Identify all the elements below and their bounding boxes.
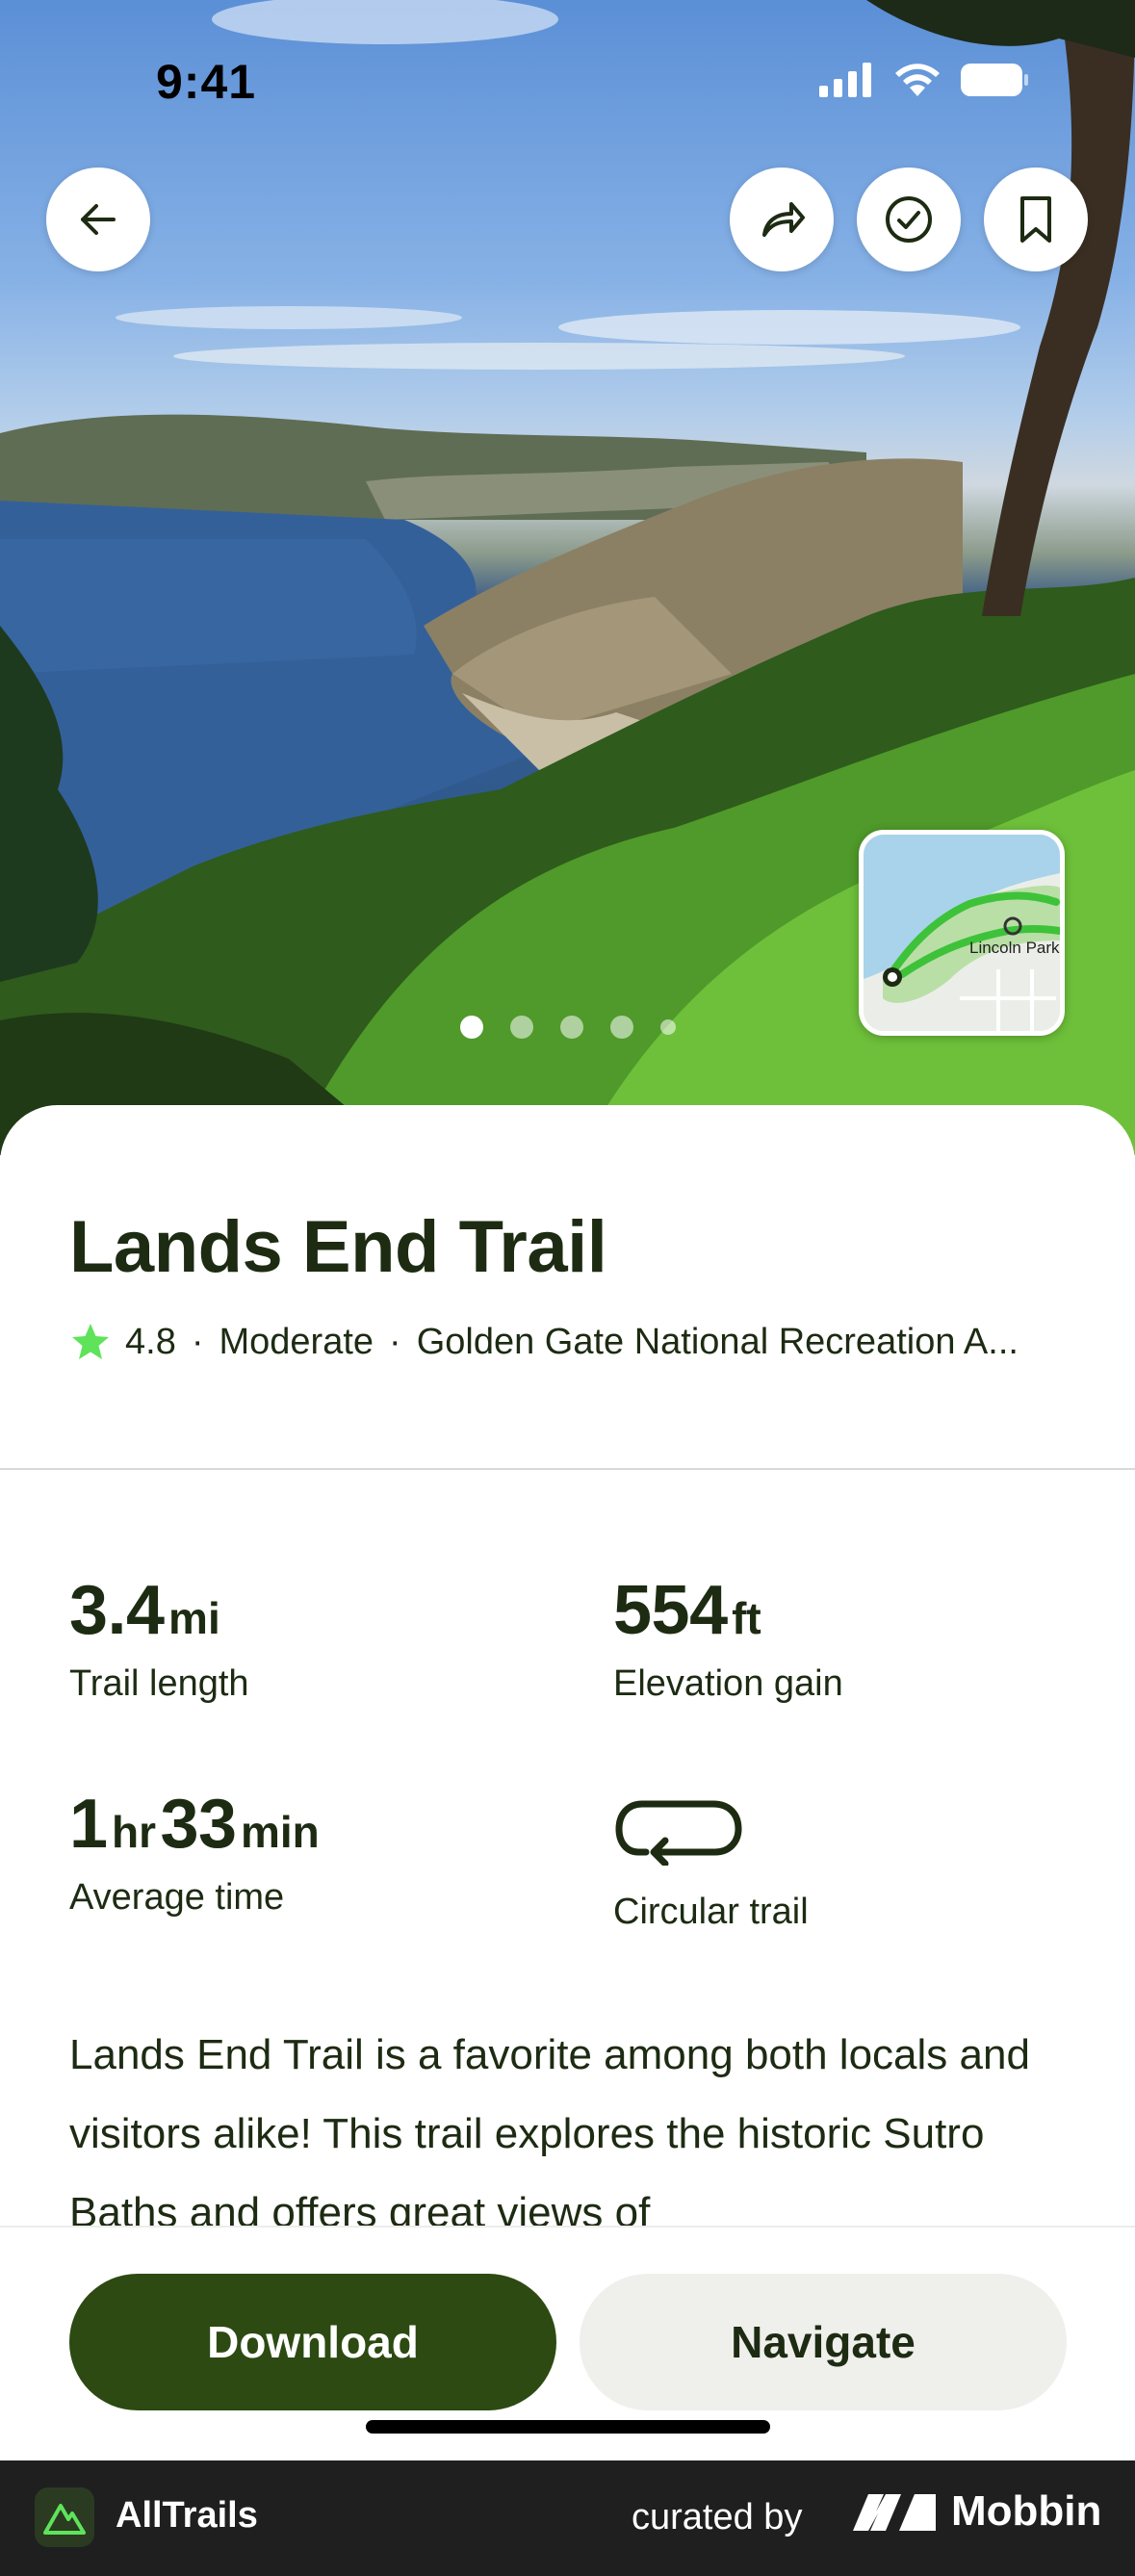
trail-meta: 4.8 · Moderate · Golden Gate National Re… bbox=[69, 1321, 1071, 1363]
time-hours-value: 1 bbox=[69, 1786, 108, 1863]
time-hours-unit: hr bbox=[112, 1807, 156, 1857]
status-bar: 9:41 bbox=[0, 0, 1135, 164]
map-thumb-label: Lincoln Park bbox=[969, 939, 1060, 957]
mobbin-brand: Mobbin bbox=[851, 2487, 1101, 2536]
hero-photo[interactable]: 9:41 Lincoln Park bbox=[0, 0, 1135, 1155]
download-button[interactable]: Download bbox=[69, 2274, 556, 2410]
back-button[interactable] bbox=[46, 167, 150, 271]
rating-value: 4.8 bbox=[125, 1321, 176, 1362]
star-icon bbox=[72, 1324, 109, 1359]
photo-pagination bbox=[0, 1016, 1135, 1039]
elevation-unit: ft bbox=[732, 1593, 761, 1643]
route-type-label: Circular trail bbox=[613, 1892, 809, 1932]
pagination-dot[interactable] bbox=[659, 1019, 676, 1035]
elevation-label: Elevation gain bbox=[613, 1663, 843, 1704]
length-label: Trail length bbox=[69, 1663, 249, 1704]
trail-title: Lands End Trail bbox=[69, 1206, 607, 1288]
mobbin-brand-name: Mobbin bbox=[951, 2487, 1102, 2535]
branding-footer: AllTrails curated by Mobbin bbox=[0, 2460, 1135, 2576]
alltrails-logo-icon bbox=[35, 2487, 94, 2547]
stat-trail-length: 3.4 mi Trail length bbox=[69, 1571, 249, 1705]
arrow-left-icon bbox=[81, 204, 116, 235]
pagination-dot[interactable] bbox=[559, 1016, 583, 1039]
home-indicator bbox=[366, 2420, 770, 2434]
difficulty-label: Moderate bbox=[219, 1321, 374, 1362]
stat-elevation-gain: 554 ft Elevation gain bbox=[613, 1571, 843, 1705]
pagination-dot[interactable] bbox=[509, 1016, 533, 1039]
bookmark-icon bbox=[1020, 196, 1051, 243]
mobbin-logo-icon bbox=[853, 2494, 936, 2531]
time-label: Average time bbox=[69, 1877, 285, 1918]
curated-by-text: curated by bbox=[632, 2497, 803, 2537]
mark-completed-button[interactable] bbox=[857, 167, 961, 271]
stat-route-type: Circular trail bbox=[613, 1792, 809, 1933]
map-preview-thumbnail[interactable]: Lincoln Park bbox=[859, 830, 1065, 1036]
cellular-signal-icon bbox=[819, 63, 871, 97]
time-minutes-unit: min bbox=[241, 1807, 320, 1857]
stat-average-time: 1 hr 33 min Average time bbox=[69, 1785, 320, 1919]
trail-map-graphic bbox=[864, 835, 1060, 1031]
check-circle-icon bbox=[886, 196, 932, 243]
app-name: AllTrails bbox=[116, 2495, 258, 2536]
elevation-value: 554 bbox=[613, 1572, 728, 1649]
meta-separator: · bbox=[389, 1321, 401, 1362]
share-arrow-icon bbox=[762, 202, 805, 237]
pagination-dot[interactable] bbox=[609, 1016, 633, 1039]
loop-route-icon bbox=[615, 1800, 742, 1868]
length-value: 3.4 bbox=[69, 1572, 165, 1649]
pagination-dot-active[interactable] bbox=[459, 1016, 483, 1039]
park-link[interactable]: Golden Gate National Recreation A... bbox=[417, 1322, 1019, 1363]
navigate-button[interactable]: Navigate bbox=[580, 2274, 1067, 2410]
section-divider bbox=[0, 1468, 1135, 1470]
wifi-icon bbox=[895, 64, 940, 96]
status-time: 9:41 bbox=[156, 55, 257, 109]
share-button[interactable] bbox=[730, 167, 834, 271]
trail-description: Lands End Trail is a favorite among both… bbox=[69, 2031, 1030, 2232]
meta-separator: · bbox=[191, 1321, 204, 1362]
bookmark-button[interactable] bbox=[984, 167, 1088, 271]
length-unit: mi bbox=[168, 1593, 220, 1643]
time-minutes-value: 33 bbox=[160, 1786, 237, 1863]
battery-icon bbox=[961, 64, 1028, 96]
